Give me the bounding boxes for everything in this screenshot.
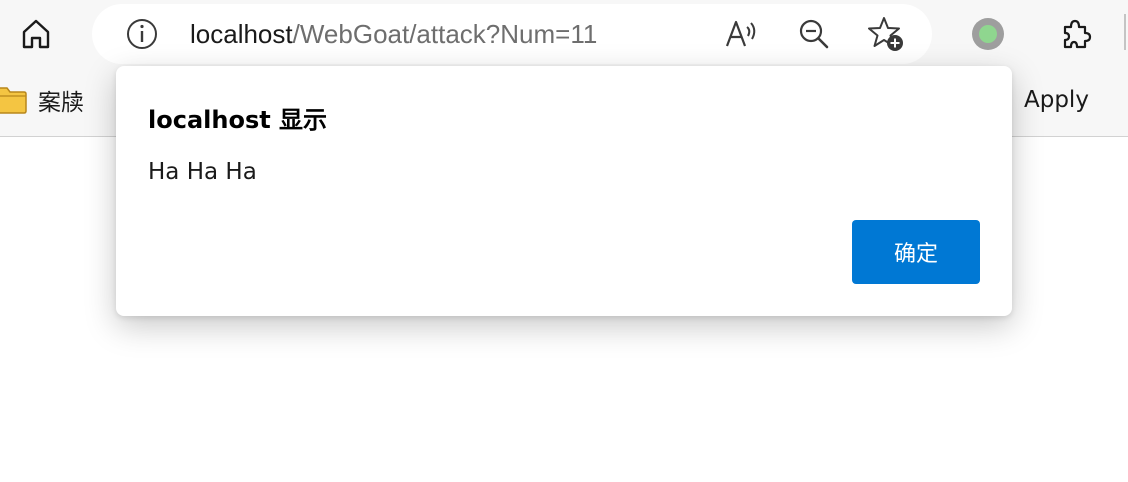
- zoom-out-icon: [799, 19, 829, 49]
- url-host: localhost: [190, 19, 293, 49]
- add-favorite-icon: [868, 17, 903, 51]
- address-bar[interactable]: localhost/WebGoat/attack?Num=11: [92, 4, 932, 64]
- info-icon: [127, 19, 157, 49]
- bookmark-folder-label: 案牍: [38, 90, 84, 116]
- read-aloud-button[interactable]: [720, 14, 764, 54]
- profile-icon: [972, 18, 1004, 50]
- home-button[interactable]: [12, 10, 60, 58]
- toolbar-edge-divider: [1124, 14, 1126, 50]
- alert-dialog: localhost 显示 Ha Ha Ha 确定: [116, 66, 1012, 316]
- bookmark-apply-label: Apply: [1024, 87, 1089, 113]
- bookmark-folder[interactable]: 案牍: [0, 80, 84, 120]
- ok-button[interactable]: 确定: [852, 220, 980, 284]
- browser-toolbar: localhost/WebGoat/attack?Num=11: [0, 0, 1128, 68]
- profile-button[interactable]: [966, 14, 1010, 54]
- dialog-title: localhost 显示: [148, 106, 328, 134]
- extensions-icon: [1063, 19, 1092, 49]
- read-aloud-icon: [725, 20, 756, 47]
- add-favorite-button[interactable]: [864, 14, 908, 54]
- url-text[interactable]: localhost/WebGoat/attack?Num=11: [190, 19, 597, 49]
- url-path: /WebGoat/attack?Num=11: [292, 19, 598, 49]
- site-info-button[interactable]: [122, 14, 162, 54]
- folder-icon: [0, 87, 27, 114]
- zoom-out-button[interactable]: [792, 14, 836, 54]
- home-icon: [22, 19, 50, 49]
- extensions-button[interactable]: [1054, 12, 1098, 56]
- dialog-message: Ha Ha Ha: [148, 159, 257, 185]
- bookmark-apply[interactable]: Apply: [1024, 80, 1089, 120]
